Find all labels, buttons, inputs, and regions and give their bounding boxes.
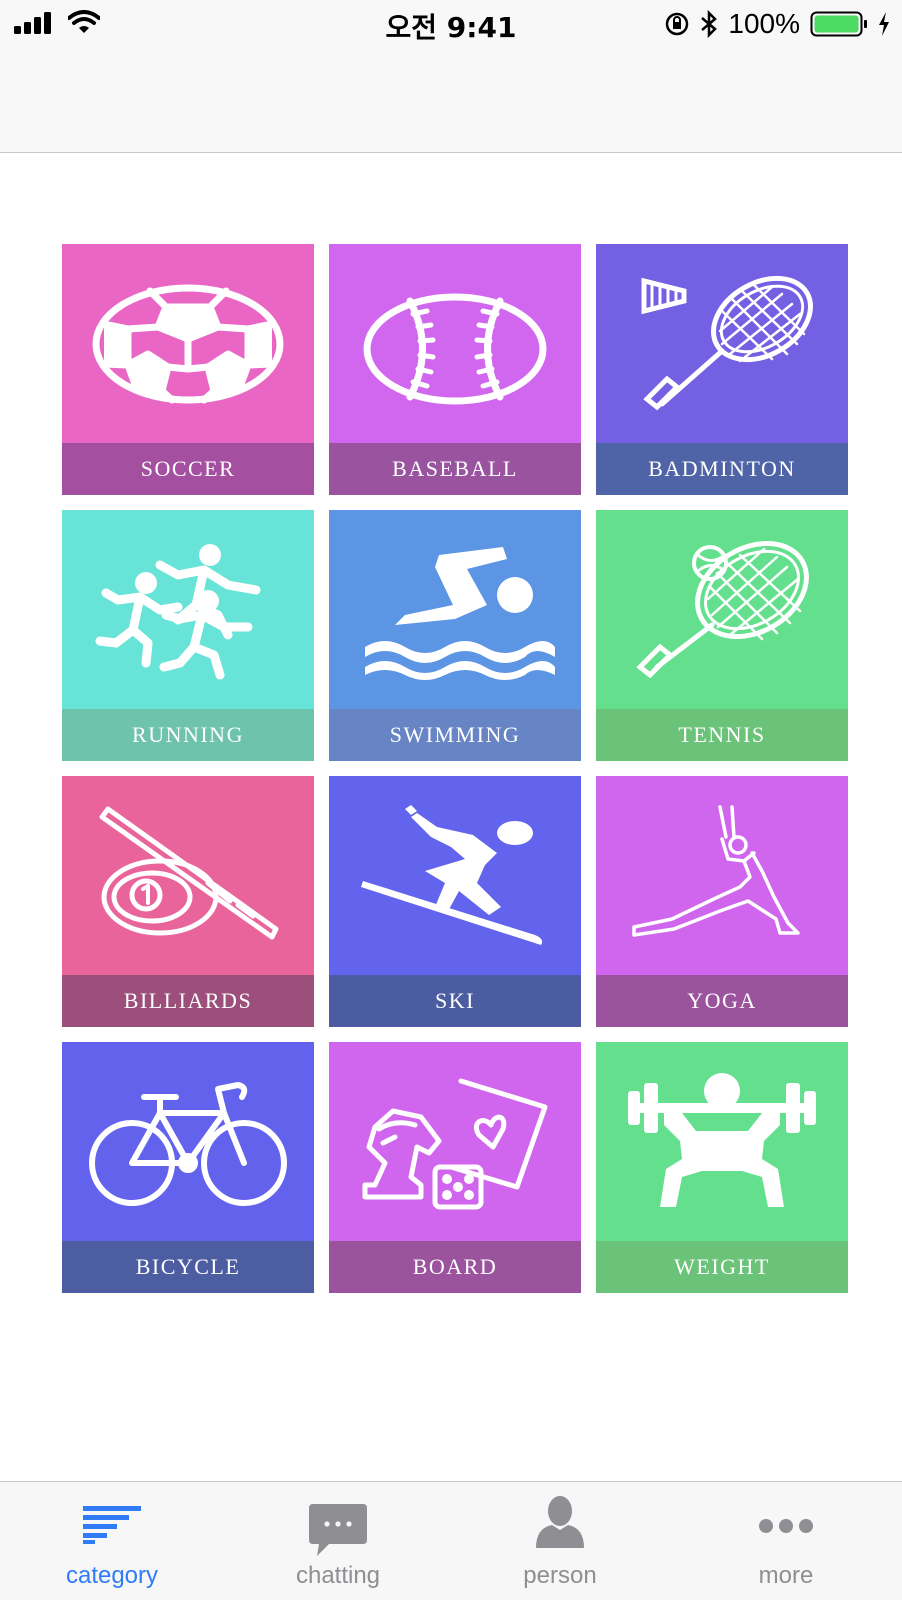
navigation-bar [0,50,902,153]
category-tile-ski[interactable]: SKI [329,776,581,1027]
tile-art [329,1042,581,1241]
category-grid: SOCCER BASEBALL BADMINTON RUNNING SWIMMI… [62,244,848,1293]
orientation-lock-icon [666,12,689,36]
category-label: BADMINTON [596,443,848,495]
tile-art [62,776,314,975]
more-dots-icon [759,1519,813,1533]
category-label: BASEBALL [329,443,581,495]
tab-person[interactable]: person [470,1482,650,1600]
tile-art [62,244,314,443]
tab-label: person [523,1562,597,1589]
category-label: YOGA [596,975,848,1027]
chat-bubble-icon [309,1504,367,1556]
category-label: TENNIS [596,709,848,761]
tile-art [329,776,581,975]
category-tile-yoga[interactable]: YOGA [596,776,848,1027]
category-label: BILLIARDS [62,975,314,1027]
tab-bar: category chatting person more [0,1481,902,1600]
category-tile-billiards[interactable]: BILLIARDS [62,776,314,1027]
category-tile-badminton[interactable]: BADMINTON [596,244,848,495]
person-icon [536,1496,584,1548]
tile-art [62,1042,314,1241]
category-label: SWIMMING [329,709,581,761]
tile-art [596,1042,848,1241]
category-label: BICYCLE [62,1241,314,1293]
tab-category[interactable]: category [22,1482,202,1600]
bluetooth-icon [701,10,718,38]
tab-more[interactable]: more [696,1482,876,1600]
tile-art [596,244,848,443]
category-tile-bicycle[interactable]: BICYCLE [62,1042,314,1293]
tab-label: chatting [295,1562,381,1589]
tab-label: more [758,1562,814,1589]
category-label: BOARD [329,1241,581,1293]
category-label: RUNNING [62,709,314,761]
category-tile-swimming[interactable]: SWIMMING [329,510,581,761]
tab-chatting[interactable]: chatting [248,1482,428,1600]
category-tile-weight[interactable]: WEIGHT [596,1042,848,1293]
category-tile-running[interactable]: RUNNING [62,510,314,761]
tennis-racket-icon [636,540,809,678]
battery-percent: 100% [728,8,800,39]
baseball-icon [363,293,547,404]
skier-icon [361,804,543,945]
category-tile-tennis[interactable]: TENNIS [596,510,848,761]
yoga-icon [632,804,800,937]
category-bars-icon [83,1506,141,1544]
bicycle-icon [89,1081,287,1206]
badminton-icon [641,275,813,410]
tile-art [329,244,581,443]
tab-label: category [65,1562,159,1589]
billiards-icon [99,806,279,939]
tile-art [596,510,848,709]
category-tile-board[interactable]: BOARD [329,1042,581,1293]
category-label: WEIGHT [596,1241,848,1293]
battery-icon [810,11,867,37]
board-game-icon [362,1078,548,1209]
weightlifter-icon [628,1072,816,1207]
status-right: 100% [664,8,890,40]
status-bar: 오전 9:41 100% [0,0,902,50]
runners-icon [95,543,261,679]
charging-icon [879,12,889,36]
soccer-ball-icon [92,284,284,403]
tile-art [329,510,581,709]
category-label: SKI [329,975,581,1027]
tile-art [62,510,314,709]
category-tile-soccer[interactable]: SOCCER [62,244,314,495]
tile-art [596,776,848,975]
category-tile-baseball[interactable]: BASEBALL [329,244,581,495]
category-label: SOCCER [62,443,314,495]
swimmer-icon [365,546,555,680]
